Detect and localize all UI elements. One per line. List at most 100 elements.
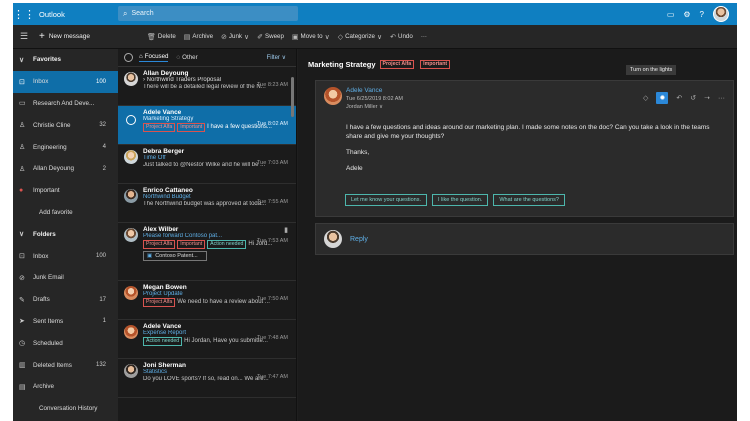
nav-label: Scheduled bbox=[33, 339, 63, 347]
nav-folder-inbox[interactable]: ⊡ Inbox 100 bbox=[13, 245, 118, 267]
chevron-down-icon: ∨ bbox=[377, 33, 383, 41]
sender-avatar bbox=[124, 150, 138, 164]
reply-label[interactable]: Reply bbox=[350, 236, 368, 243]
junk-button[interactable]: ⊘ Junk ∨ bbox=[221, 33, 249, 41]
nav-folder-drafts[interactable]: ✎ Drafts 17 bbox=[13, 289, 118, 311]
filter-button[interactable]: Filter ∨ bbox=[267, 54, 286, 61]
tab-label: Other bbox=[182, 54, 198, 61]
tab-label: Focused bbox=[144, 53, 169, 60]
category-tag: Important bbox=[420, 60, 451, 69]
nav-fav-research[interactable]: ▭ Research And Deve... bbox=[13, 93, 118, 115]
settings-gear-icon[interactable]: ⚙ bbox=[683, 10, 690, 19]
categorize-label: Categorize bbox=[345, 33, 376, 40]
list-scrollbar[interactable] bbox=[291, 77, 294, 117]
app-launcher-icon[interactable]: ⋮⋮ bbox=[13, 3, 35, 25]
archive-icon: ▤ bbox=[19, 383, 26, 391]
folder-move-icon: ▣ bbox=[291, 33, 299, 41]
body-paragraph: I have a few questions and ideas around … bbox=[346, 124, 710, 140]
focused-icon: ⌂ bbox=[139, 53, 143, 60]
more-commands-button[interactable]: ··· bbox=[421, 33, 427, 40]
archive-icon: ▤ bbox=[183, 33, 191, 41]
nav-fav-inbox[interactable]: ⊡ Inbox 100 bbox=[13, 70, 118, 93]
junk-icon: ⊘ bbox=[19, 274, 25, 282]
nav-fav-allan-deyoung[interactable]: ♙ Allan Deyoung 2 bbox=[13, 158, 118, 180]
nav-fav-engineering[interactable]: ♙ Engineering 4 bbox=[13, 136, 118, 158]
nav-fav-christie-cline[interactable]: ♙ Christie Cline 32 bbox=[13, 114, 118, 136]
selection-circle[interactable] bbox=[126, 115, 136, 125]
sender-name[interactable]: Adele Vance bbox=[346, 87, 382, 94]
tab-focused[interactable]: ⌂ Focused bbox=[139, 53, 169, 62]
word-document-icon: ▣ bbox=[147, 253, 153, 259]
message-item[interactable]: Alex Wilber Please forward Contoso pat..… bbox=[118, 223, 296, 281]
forward-icon[interactable]: ➝ bbox=[704, 94, 710, 102]
sender-name: Alex Wilber bbox=[143, 226, 179, 233]
favorites-header[interactable]: ∨ Favorites bbox=[13, 49, 118, 71]
move-to-label: Move to bbox=[300, 33, 323, 40]
message-item[interactable]: Adele Vance Expense Report Tue 7:48 AM A… bbox=[118, 320, 296, 359]
reply-all-icon[interactable]: ↺ bbox=[690, 94, 696, 102]
top-bar: ⋮⋮ Outlook ⌕ Search ▭ ⚙ ? bbox=[13, 3, 737, 25]
delete-button[interactable]: 🗑 Delete bbox=[147, 33, 176, 41]
sender-avatar bbox=[124, 189, 138, 203]
message-item[interactable]: Enrico Cattaneo Northwind Budget Tue 7:5… bbox=[118, 184, 296, 223]
message-item[interactable]: Megan Bowen Project Update Tue 7:50 AM P… bbox=[118, 281, 296, 320]
help-icon[interactable]: ? bbox=[700, 10, 704, 19]
recipient[interactable]: Jordan Miller ∨ bbox=[346, 104, 383, 110]
body-signature: Adele bbox=[346, 165, 363, 172]
reply-box[interactable]: Reply bbox=[315, 223, 734, 255]
attachment-chip[interactable]: ▣ Contoso Patent... bbox=[143, 251, 207, 261]
nav-folder-scheduled[interactable]: ◷ Scheduled bbox=[13, 332, 118, 354]
reply-icon[interactable]: ↶ bbox=[676, 94, 682, 102]
command-bar: ☰ + New message 🗑 Delete ▤ Archive ⊘ Junk ∨ … bbox=[13, 25, 737, 49]
categorize-button[interactable]: ◇ Categorize ∨ bbox=[338, 33, 382, 41]
message-item-selected[interactable]: Adele Vance Marketing Strategy Tue 8:02 … bbox=[118, 106, 296, 145]
select-all-checkbox[interactable] bbox=[124, 53, 133, 62]
tab-other[interactable]: ◌ Other bbox=[176, 54, 197, 61]
sender-name: Enrico Cattaneo bbox=[143, 187, 193, 194]
message-time: Tue 7:53 AM bbox=[257, 238, 288, 244]
chevron-down-icon: ∨ bbox=[244, 33, 250, 41]
nav-folder-archive[interactable]: ▤ Archive bbox=[13, 376, 118, 398]
suggested-reply-button[interactable]: Let me know your questions. bbox=[345, 194, 428, 206]
nav-folder-sent[interactable]: ➤ Sent Items 1 bbox=[13, 311, 118, 333]
category-icon[interactable]: ◇ bbox=[643, 94, 648, 102]
inbox-icon: ⊡ bbox=[19, 253, 25, 261]
archive-button[interactable]: ▤ Archive bbox=[184, 33, 213, 41]
undo-button[interactable]: ↶ Undo bbox=[390, 33, 413, 41]
chat-icon[interactable]: ▭ bbox=[667, 10, 675, 19]
sender-name: Adele Vance bbox=[143, 109, 182, 116]
more-actions-icon[interactable]: ··· bbox=[718, 95, 725, 102]
sender-avatar[interactable] bbox=[324, 87, 342, 105]
message-item[interactable]: Allan Deyoung › Northwind Traders Propos… bbox=[118, 67, 296, 106]
nav-label: Sent Items bbox=[33, 317, 64, 325]
attachment-paperclip-icon: ▮ bbox=[284, 227, 288, 234]
search-input[interactable]: ⌕ Search bbox=[118, 6, 298, 21]
nav-folder-conversation-history[interactable]: Conversation History bbox=[13, 398, 118, 420]
lightbulb-icon[interactable]: ✹ bbox=[656, 92, 669, 104]
attachment-name: Contoso Patent... bbox=[155, 253, 198, 259]
suggested-reply-button[interactable]: I like the question. bbox=[432, 194, 489, 206]
message-item[interactable]: Debra Berger Time Off Tue 7:03 AM Just t… bbox=[118, 145, 296, 184]
search-placeholder: Search bbox=[131, 10, 154, 17]
nav-folder-deleted[interactable]: ▥ Deleted Items 132 bbox=[13, 354, 118, 376]
move-to-button[interactable]: ▣ Move to ∨ bbox=[292, 33, 330, 41]
broom-icon: ✐ bbox=[257, 33, 263, 41]
reading-pane: Marketing Strategy Project Alfa Importan… bbox=[298, 49, 737, 421]
folders-header[interactable]: ∨ Folders bbox=[13, 223, 118, 245]
plus-icon: + bbox=[39, 31, 45, 42]
nav-fav-important[interactable]: ● Important bbox=[13, 180, 118, 202]
sender-avatar bbox=[124, 72, 138, 86]
account-avatar[interactable] bbox=[713, 6, 729, 22]
hamburger-menu-icon[interactable]: ☰ bbox=[13, 31, 35, 42]
message-item[interactable]: Joni Sherman Statistics Tue 7:47 AM Do y… bbox=[118, 359, 296, 398]
message-time: Tue 7:03 AM bbox=[257, 160, 288, 166]
folder-pane: ∨ Favorites ⊡ Inbox 100 ▭ Research And D… bbox=[13, 49, 118, 421]
message-time: Tue 7:55 AM bbox=[257, 199, 288, 205]
important-tag-icon: ● bbox=[19, 187, 24, 195]
sweep-button[interactable]: ✐ Sweep bbox=[257, 33, 284, 41]
new-message-button[interactable]: + New message bbox=[35, 31, 125, 42]
nav-folder-junk[interactable]: ⊘ Junk Email bbox=[13, 267, 118, 289]
nav-label: Conversation History bbox=[39, 405, 98, 413]
add-favorite-link[interactable]: Add favorite bbox=[13, 202, 118, 224]
suggested-reply-button[interactable]: What are the questions? bbox=[493, 194, 565, 206]
